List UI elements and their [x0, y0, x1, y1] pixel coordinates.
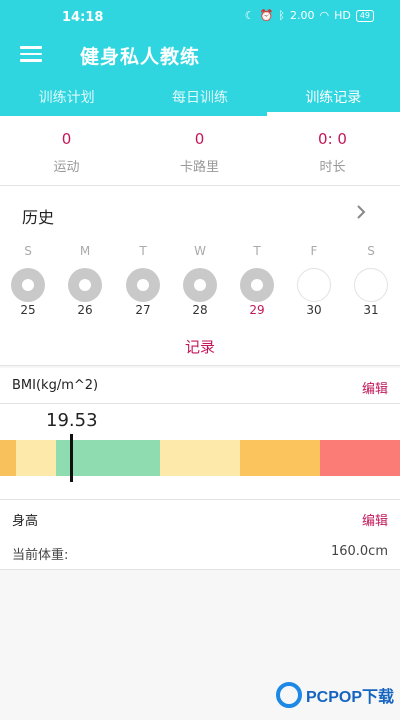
bluetooth-icon: ᛒ: [278, 9, 285, 22]
day-number: 25: [20, 303, 36, 317]
bmi-edit-button[interactable]: 编辑: [362, 378, 388, 397]
day-status-circle[interactable]: [68, 268, 102, 302]
day-status-circle[interactable]: [11, 268, 45, 302]
stat-exercise-label: 运动: [53, 160, 80, 175]
watermark: PCPOP下载: [276, 682, 394, 708]
weekday-label: F: [310, 244, 318, 258]
record-button[interactable]: 记录: [0, 336, 400, 357]
status-time: 14:18: [62, 10, 104, 25]
stats-panel: 0 运动 0 卡路里 0: 0 时长: [0, 116, 400, 186]
bmi-value: 19.53: [46, 410, 98, 431]
day-number: 30: [306, 303, 322, 317]
stat-calories-label: 卡路里: [179, 160, 219, 175]
current-weight-value: 160.0cm: [330, 544, 388, 559]
bmi-scale-segment: [0, 440, 16, 476]
status-bar: 14:18 ☾ ⏰ ᛒ 2.00 ◠ HD 49: [0, 0, 400, 36]
height-edit-button[interactable]: 编辑: [362, 510, 388, 529]
stat-calories-value: 0: [194, 130, 205, 148]
stat-exercise-value: 0: [61, 130, 72, 148]
watermark-text: PCPOP下载: [306, 689, 395, 706]
bmi-marker: [70, 434, 73, 482]
stat-calories: 0 卡路里: [133, 130, 266, 175]
status-icons: ☾ ⏰ ᛒ 2.00 ◠ HD 49: [245, 9, 374, 22]
app-header: 14:18 ☾ ⏰ ᛒ 2.00 ◠ HD 49 健身私人教练 训练计划 每日训…: [0, 0, 400, 116]
alarm-icon: ⏰: [259, 9, 274, 22]
height-panel: 身高 编辑 当前体重: 160.0cm: [0, 500, 400, 570]
net-speed: 2.00: [289, 9, 315, 22]
history-title[interactable]: 历史: [22, 204, 54, 228]
network-badge: HD: [334, 9, 351, 22]
weekday-label: W: [194, 244, 206, 258]
day-status-circle[interactable]: [126, 268, 160, 302]
stat-exercise: 0 运动: [0, 130, 133, 175]
battery-icon: 49: [355, 9, 374, 22]
day-status-circle[interactable]: [297, 268, 331, 302]
bmi-header: BMI(kg/m^2) 编辑: [0, 368, 400, 404]
menu-icon[interactable]: [20, 46, 42, 62]
day-number: 26: [77, 303, 93, 317]
wifi-icon: ◠: [319, 9, 330, 22]
history-section: 历史 S M T W T F S 25 26 27 28 29 30 31 记录: [0, 186, 400, 366]
stat-duration-value: 0: 0: [318, 130, 347, 148]
bmi-panel: 19.53: [0, 404, 400, 500]
bmi-scale-segment: [160, 440, 240, 476]
stat-duration: 0: 0 时长: [266, 130, 399, 175]
tab-daily-training[interactable]: 每日训练: [133, 84, 266, 116]
day-number-today: 29: [249, 303, 265, 317]
bmi-scale-bar: [0, 440, 400, 476]
bmi-scale-segment: [16, 440, 56, 476]
pcpop-logo-icon: [276, 682, 302, 708]
moon-icon: ☾: [244, 9, 255, 22]
day-number: 31: [363, 303, 379, 317]
bmi-scale-segment: [320, 440, 400, 476]
tab-training-plan[interactable]: 训练计划: [0, 84, 133, 116]
stat-duration-label: 时长: [319, 160, 346, 175]
height-title: 身高: [12, 514, 39, 529]
day-status-circle[interactable]: [183, 268, 217, 302]
day-number: 27: [135, 303, 151, 317]
app-title: 健身私人教练: [80, 46, 201, 68]
weekday-label: M: [79, 244, 91, 258]
bmi-title: BMI(kg/m^2): [12, 378, 99, 393]
chevron-right-icon[interactable]: [352, 203, 370, 221]
current-weight-label: 当前体重:: [12, 548, 69, 563]
weekday-label: S: [367, 244, 375, 258]
day-number: 28: [192, 303, 208, 317]
weekday-label: T: [253, 244, 261, 258]
weekday-label: T: [139, 244, 147, 258]
weekday-label: S: [24, 244, 32, 258]
day-status-circle[interactable]: [240, 268, 274, 302]
bmi-scale-segment: [240, 440, 320, 476]
day-status-circle[interactable]: [354, 268, 388, 302]
